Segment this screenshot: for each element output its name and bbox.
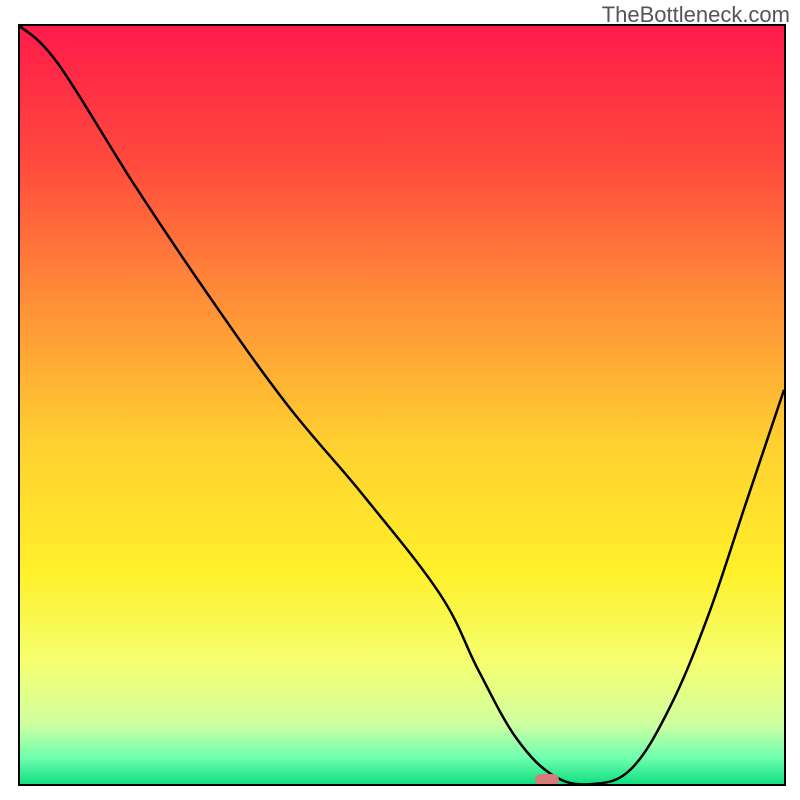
optimal-marker — [535, 774, 559, 786]
chart-container: TheBottleneck.com — [0, 0, 800, 800]
bottleneck-curve — [20, 26, 784, 784]
watermark-text: TheBottleneck.com — [602, 2, 790, 28]
plot-area — [18, 24, 786, 786]
